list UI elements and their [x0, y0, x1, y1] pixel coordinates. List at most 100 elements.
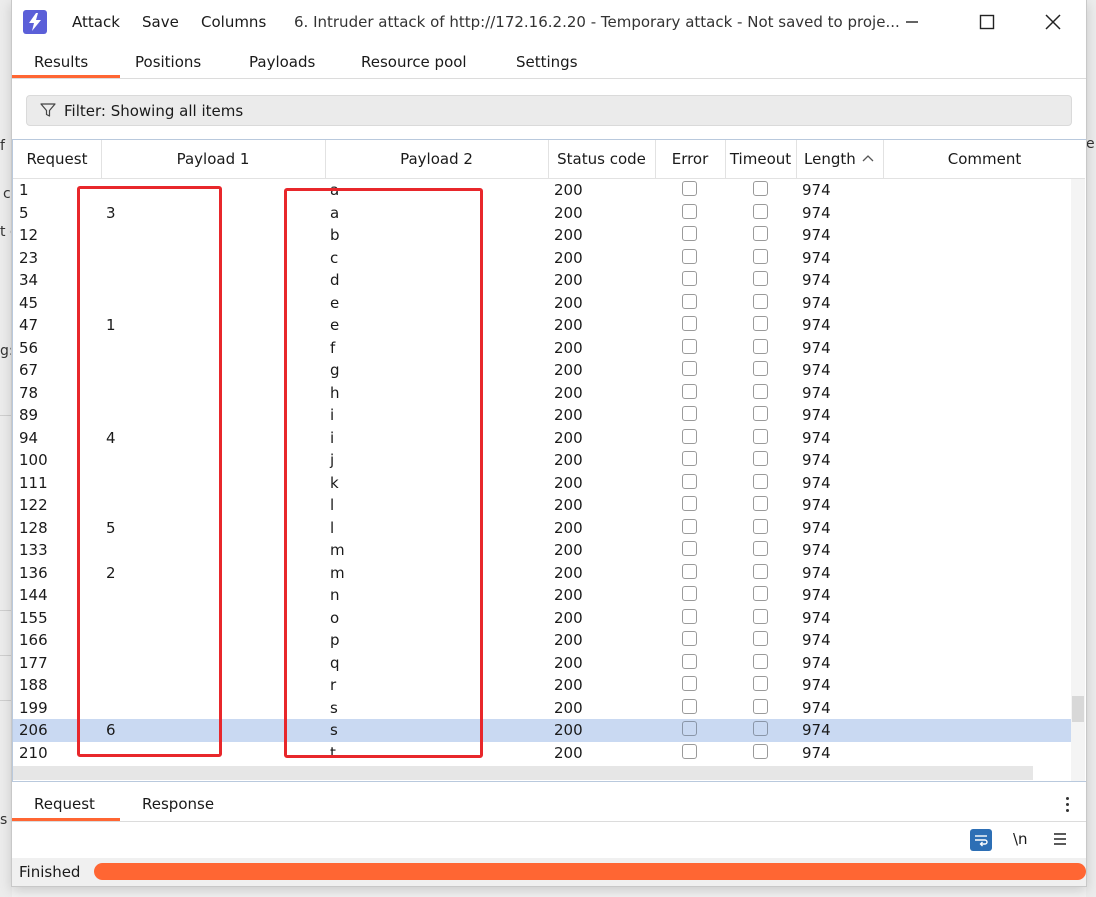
horizontal-scrollbar[interactable]: [13, 766, 1033, 780]
timeout-checkbox[interactable]: [753, 338, 768, 354]
column-header-timeout[interactable]: Timeout: [725, 140, 797, 178]
cell-request: 188: [19, 676, 48, 694]
window-title: 6. Intruder attack of http://172.16.2.20…: [294, 13, 900, 31]
timeout-checkbox[interactable]: [753, 608, 768, 624]
menu-columns[interactable]: Columns: [201, 13, 266, 31]
maximize-icon[interactable]: [969, 8, 1005, 36]
word-wrap-icon[interactable]: [970, 829, 992, 851]
cell-length: 974: [802, 586, 831, 604]
minimize-icon[interactable]: [894, 8, 930, 36]
error-checkbox[interactable]: [682, 698, 697, 714]
timeout-checkbox[interactable]: [753, 653, 768, 669]
tab-resource-pool[interactable]: Resource pool: [361, 53, 467, 71]
menu-attack[interactable]: Attack: [72, 13, 120, 31]
cell-status-code: 200: [554, 248, 583, 267]
error-checkbox[interactable]: [682, 361, 697, 376]
background-text: c: [3, 186, 11, 202]
cell-status-code: 200: [554, 518, 583, 537]
error-checkbox[interactable]: [682, 316, 697, 331]
error-checkbox[interactable]: [682, 338, 697, 354]
timeout-checkbox[interactable]: [753, 181, 768, 196]
vertical-scroll-thumb[interactable]: [1072, 696, 1084, 722]
cell-length: 974: [802, 361, 831, 379]
error-checkbox[interactable]: [682, 248, 697, 264]
timeout-checkbox[interactable]: [753, 631, 768, 646]
intruder-attack-window: Attack Save Columns 6. Intruder attack o…: [12, 0, 1086, 886]
tab-results[interactable]: Results: [34, 53, 88, 71]
error-checkbox[interactable]: [682, 721, 697, 736]
timeout-checkbox[interactable]: [753, 316, 768, 331]
error-checkbox[interactable]: [682, 473, 697, 489]
close-icon[interactable]: [1035, 8, 1071, 36]
show-newlines-toggle[interactable]: \n: [1013, 830, 1028, 848]
column-header-payload-1[interactable]: Payload 1: [101, 140, 326, 178]
menu-save[interactable]: Save: [142, 13, 179, 31]
timeout-checkbox[interactable]: [753, 248, 768, 264]
menu-lines-icon[interactable]: [1053, 832, 1067, 850]
filter-bar[interactable]: Filter: Showing all items: [26, 95, 1072, 126]
error-checkbox[interactable]: [682, 451, 697, 466]
cell-status-code: 200: [554, 631, 583, 649]
timeout-checkbox[interactable]: [753, 586, 768, 601]
timeout-checkbox[interactable]: [753, 698, 768, 714]
timeout-checkbox[interactable]: [753, 473, 768, 489]
timeout-checkbox[interactable]: [753, 383, 768, 399]
timeout-checkbox[interactable]: [753, 721, 768, 736]
error-checkbox[interactable]: [682, 383, 697, 399]
error-checkbox[interactable]: [682, 496, 697, 511]
more-vertical-icon[interactable]: [1060, 795, 1074, 815]
timeout-checkbox[interactable]: [753, 676, 768, 691]
tab-settings[interactable]: Settings: [516, 53, 578, 71]
timeout-checkbox[interactable]: [753, 428, 768, 444]
tab-request[interactable]: Request: [34, 795, 95, 813]
cell-length: 974: [802, 473, 831, 492]
error-checkbox[interactable]: [682, 608, 697, 624]
cell-length: 974: [802, 743, 831, 762]
tab-positions[interactable]: Positions: [135, 53, 201, 71]
cell-status-code: 200: [554, 541, 583, 559]
cell-status-code: 200: [554, 181, 583, 199]
cell-request: 23: [19, 248, 39, 267]
error-checkbox[interactable]: [682, 563, 697, 579]
column-header-payload-2[interactable]: Payload 2: [325, 140, 549, 178]
column-header-status-code[interactable]: Status code: [548, 140, 656, 178]
error-checkbox[interactable]: [682, 428, 697, 444]
timeout-checkbox[interactable]: [753, 563, 768, 579]
timeout-checkbox[interactable]: [753, 451, 768, 466]
error-checkbox[interactable]: [682, 181, 697, 196]
error-checkbox[interactable]: [682, 293, 697, 309]
column-header-error[interactable]: Error: [655, 140, 726, 178]
timeout-checkbox[interactable]: [753, 518, 768, 534]
results-table: Request Payload 1 Payload 2 Status code …: [12, 139, 1086, 782]
timeout-checkbox[interactable]: [753, 496, 768, 511]
timeout-checkbox[interactable]: [753, 293, 768, 309]
error-checkbox[interactable]: [682, 743, 697, 759]
timeout-checkbox[interactable]: [753, 271, 768, 286]
error-checkbox[interactable]: [682, 226, 697, 241]
timeout-checkbox[interactable]: [753, 743, 768, 759]
error-checkbox[interactable]: [682, 406, 697, 421]
timeout-checkbox[interactable]: [753, 541, 768, 556]
column-header-comment[interactable]: Comment: [884, 140, 1085, 178]
error-checkbox[interactable]: [682, 631, 697, 646]
background-divider: [0, 700, 12, 701]
timeout-checkbox[interactable]: [753, 203, 768, 219]
vertical-scrollbar[interactable]: [1071, 179, 1085, 781]
error-checkbox[interactable]: [682, 541, 697, 556]
cell-status-code: 200: [554, 406, 583, 424]
error-checkbox[interactable]: [682, 586, 697, 601]
tab-payloads[interactable]: Payloads: [249, 53, 315, 71]
column-header-request[interactable]: Request: [13, 140, 102, 178]
cell-status-code: 200: [554, 563, 583, 582]
error-checkbox[interactable]: [682, 271, 697, 286]
error-checkbox[interactable]: [682, 676, 697, 691]
cell-request: 166: [19, 631, 48, 649]
column-header-length[interactable]: Length: [796, 140, 884, 178]
timeout-checkbox[interactable]: [753, 361, 768, 376]
timeout-checkbox[interactable]: [753, 406, 768, 421]
error-checkbox[interactable]: [682, 518, 697, 534]
error-checkbox[interactable]: [682, 653, 697, 669]
error-checkbox[interactable]: [682, 203, 697, 219]
tab-response[interactable]: Response: [142, 795, 214, 813]
timeout-checkbox[interactable]: [753, 226, 768, 241]
